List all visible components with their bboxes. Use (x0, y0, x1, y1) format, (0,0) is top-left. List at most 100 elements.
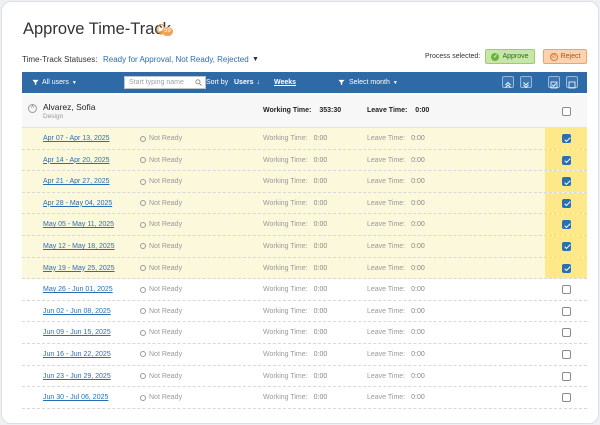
week-range-link[interactable]: May 26 - Jun 01, 2025 (43, 286, 113, 293)
statuses-dropdown[interactable]: Ready for Approval, Not Ready, Rejected (103, 55, 249, 64)
collapse-icon[interactable]: ˄ (28, 104, 37, 113)
table-row[interactable]: Jun 09 - Jun 15, 2025 Not Ready Working Ti… (22, 322, 587, 344)
leave-time-value: 0:00 (411, 286, 425, 294)
status-label: Not Ready (149, 372, 183, 380)
week-range-link[interactable]: Apr 21 - Apr 27, 2025 (43, 178, 110, 185)
user-checkbox[interactable] (562, 107, 571, 116)
filter-icon (32, 79, 39, 86)
status-circle-icon (140, 394, 146, 401)
working-time-value: 0:00 (313, 135, 328, 142)
week-range-link[interactable]: May 12 - May 18, 2025 (43, 243, 115, 250)
status-label: Not Ready (149, 156, 183, 164)
week-range-link[interactable]: Jun 30 - Jul 06, 2025 (43, 394, 108, 401)
working-time: Working Time: 0:00 (263, 351, 327, 358)
status-badge: Not Ready (140, 286, 182, 293)
row-checkbox[interactable] (562, 220, 571, 230)
working-time-label: Working Time: (263, 350, 308, 358)
working-time: Working Time: 0:00 (263, 243, 327, 250)
row-checkbox[interactable] (562, 349, 571, 359)
table-row[interactable]: Jun 02 - Jun 08, 2025 Not Ready Working Ti… (22, 301, 587, 323)
week-range-link[interactable]: May 05 - May 11, 2025 (43, 221, 114, 228)
leave-time-label: Leave Time: (367, 350, 406, 358)
table-row[interactable]: Apr 07 - Apr 13, 2025 Not Ready Working Ti… (22, 128, 587, 150)
working-time-label: Working Time: (263, 178, 308, 186)
leave-time: Leave Time: 0:00 (367, 308, 425, 315)
table-row[interactable]: Apr 14 - Apr 20, 2025 Not Ready Working Ti… (22, 149, 587, 172)
select-month-dropdown[interactable]: Select month ▼ (338, 72, 398, 93)
working-time-label: Working Time: (263, 135, 308, 142)
leave-time: Leave Time: 0:00 (367, 265, 425, 272)
working-time-label: Working Time: (263, 286, 308, 294)
table-row[interactable]: May 05 - May 11, 2025 Not Ready Working Ti… (22, 214, 587, 236)
toolbar: All users ▼ Start typing name Sort by Us… (22, 72, 587, 93)
table-row[interactable]: May 12 - May 18, 2025 Not Ready Working Ti… (22, 235, 587, 258)
status-label: Not Ready (149, 221, 183, 229)
status-circle-icon (140, 221, 146, 228)
expand-all-button[interactable] (502, 76, 514, 88)
table-row[interactable]: Jun 16 - Jun 22, 2025 Not Ready Working Ti… (22, 344, 587, 366)
approve-button[interactable]: ✓ Approve (485, 49, 535, 64)
week-range-link[interactable]: Jun 16 - Jun 22, 2025 (43, 351, 111, 358)
leave-time-value: 0:00 (411, 307, 425, 315)
status-circle-icon (140, 200, 146, 207)
table-row[interactable]: May 19 - May 25, 2025 Not Ready Working Ti… (22, 257, 587, 280)
approve-icon: ✓ (491, 52, 500, 61)
row-checkbox[interactable] (562, 134, 571, 143)
working-time-value: 353:30 (319, 107, 342, 114)
leave-time-label: Leave Time: (367, 135, 406, 142)
sort-by-users[interactable]: Users ↓ (234, 72, 260, 93)
row-checkbox[interactable] (562, 328, 571, 338)
leave-time: Leave Time: 0:00 (367, 243, 425, 250)
user-row[interactable]: ˄ Alvarez, Sofia Design Working Time: 35… (22, 95, 587, 128)
notifications[interactable]: 59 (155, 23, 173, 37)
status-label: Not Ready (149, 178, 183, 186)
users-filter[interactable]: All users ▼ (32, 72, 77, 93)
row-checkbox[interactable] (562, 177, 571, 187)
row-checkbox[interactable] (562, 371, 571, 381)
status-badge: Not Ready (140, 351, 182, 358)
week-range-link[interactable]: Jun 23 - Jun 29, 2025 (43, 373, 111, 380)
table-row[interactable]: Jun 23 - Jun 29, 2025 Not Ready Working Ti… (22, 366, 587, 388)
row-checkbox[interactable] (562, 155, 571, 165)
table-row[interactable]: Apr 21 - Apr 27, 2025 Not Ready Working Ti… (22, 171, 587, 193)
uncheck-all-button[interactable] (566, 76, 578, 89)
leave-time-value: 0:00 (411, 372, 425, 380)
chevron-down-icon[interactable]: ▼ (252, 56, 259, 63)
week-range-link[interactable]: Apr 14 - Apr 20, 2025 (43, 157, 110, 164)
week-range-link[interactable]: Jun 09 - Jun 15, 2025 (43, 329, 111, 336)
check-all-button[interactable] (548, 76, 560, 89)
status-badge: Not Ready (140, 178, 182, 185)
filter-icon (338, 79, 345, 86)
leave-time-label: Leave Time: (367, 178, 406, 186)
week-range-link[interactable]: Apr 28 - May 04, 2025 (43, 200, 112, 207)
reject-button[interactable]: ⊘ Reject (543, 49, 587, 64)
status-badge: Not Ready (140, 157, 182, 164)
row-checkbox[interactable] (562, 198, 571, 208)
leave-time: Leave Time: 0:00 (367, 394, 425, 401)
leave-time-value: 0:00 (411, 178, 425, 186)
leave-time-label: Leave Time: (367, 242, 406, 250)
leave-time: Leave Time: 0:00 (367, 221, 425, 228)
week-range-link[interactable]: Apr 07 - Apr 13, 2025 (43, 135, 110, 142)
status-circle-icon (140, 178, 146, 185)
row-checkbox[interactable] (562, 263, 571, 273)
weeks-toggle[interactable]: Weeks (274, 72, 296, 93)
leave-time-value: 0:00 (411, 221, 425, 229)
row-checkbox[interactable] (562, 285, 571, 295)
status-circle-icon (140, 157, 146, 164)
row-checkbox[interactable] (562, 393, 571, 403)
working-time-value: 0:00 (313, 156, 328, 164)
week-range-link[interactable]: May 19 - May 25, 2025 (43, 265, 115, 272)
leave-time-value: 0:00 (415, 107, 430, 114)
leave-time-label: Leave Time: (367, 286, 406, 294)
status-label: Not Ready (149, 286, 183, 294)
search-input[interactable]: Start typing name (124, 76, 206, 89)
status-badge: Not Ready (140, 308, 182, 315)
week-range-link[interactable]: Jun 02 - Jun 08, 2025 (43, 308, 111, 315)
table-row[interactable]: May 26 - Jun 01, 2025 Not Ready Working Ti… (22, 279, 587, 301)
table-row[interactable]: Apr 28 - May 04, 2025 Not Ready Working Ti… (22, 192, 587, 215)
row-checkbox[interactable] (562, 241, 571, 251)
collapse-all-button[interactable] (520, 76, 532, 89)
table-row[interactable]: Jun 30 - Jul 06, 2025 Not Ready Working Ti… (22, 387, 587, 409)
row-checkbox[interactable] (562, 306, 571, 316)
